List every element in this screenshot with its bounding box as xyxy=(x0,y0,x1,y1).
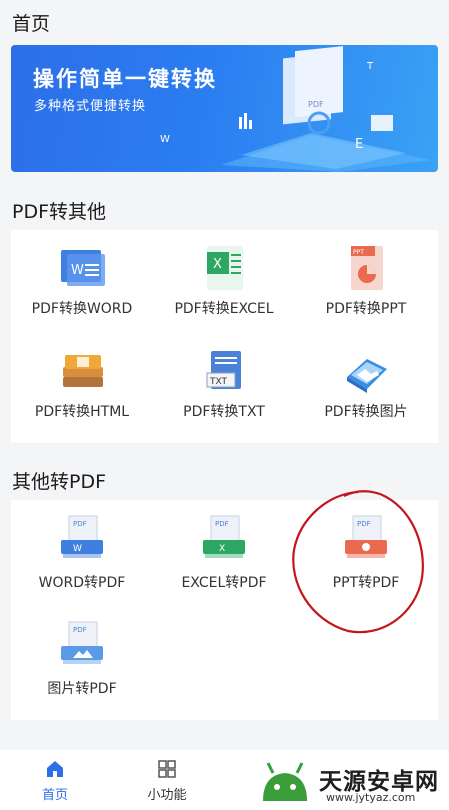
svg-text:PDF: PDF xyxy=(73,626,87,634)
section-title-other-to-pdf: 其他转PDF xyxy=(12,471,107,493)
svg-text:PDF: PDF xyxy=(308,100,324,109)
item-label: PDF转换WORD xyxy=(31,301,133,317)
svg-text:T: T xyxy=(366,61,374,72)
svg-text:W: W xyxy=(73,544,82,554)
item-label: PDF转换图片 xyxy=(324,404,408,420)
ppt-doc-icon: PPT xyxy=(351,246,383,290)
excel-to-pdf-button[interactable]: PDF X EXCEL转PDF xyxy=(153,514,295,592)
promo-banner[interactable]: PDF W E T 操作简单一键转换 多种格式便捷转换 xyxy=(11,45,438,172)
svg-text:PDF: PDF xyxy=(73,520,87,528)
pdf-to-word-button[interactable]: W PDF转换WORD xyxy=(11,244,153,318)
svg-text:X: X xyxy=(213,257,222,272)
item-label: PDF转换PPT xyxy=(325,301,407,317)
txt-doc-icon: TXT xyxy=(206,351,241,389)
item-label: PDF转换EXCEL xyxy=(174,301,274,317)
svg-text:X: X xyxy=(219,544,225,554)
pdf-to-image-button[interactable]: PDF转换图片 xyxy=(295,347,437,421)
excel-doc-icon: X xyxy=(207,246,243,290)
page-title: 首页 xyxy=(12,13,51,35)
excel-to-pdf-icon: PDF X xyxy=(203,515,245,558)
banner-subline: 多种格式便捷转换 xyxy=(34,99,147,114)
word-to-pdf-icon: PDF W xyxy=(61,515,103,558)
svg-text:W: W xyxy=(160,134,170,145)
image-icon xyxy=(347,359,387,393)
pdf-to-ppt-button[interactable]: PPT PDF转换PPT xyxy=(295,244,437,318)
section-title-pdf-to-other: PDF转其他 xyxy=(12,201,107,223)
watermark-url: www.jytyaz.com xyxy=(326,791,416,804)
annotation-circle xyxy=(292,490,424,634)
banner-headline: 操作简单一键转换 xyxy=(33,67,217,91)
word-doc-icon: W xyxy=(61,250,105,286)
svg-text:PDF: PDF xyxy=(215,520,229,528)
nav-tools-tab[interactable]: 小功能 xyxy=(122,758,212,803)
pdf-to-excel-button[interactable]: X PDF转换EXCEL xyxy=(153,244,295,318)
svg-text:PPT: PPT xyxy=(353,249,364,256)
home-icon xyxy=(47,761,63,777)
image-to-pdf-icon: PDF xyxy=(61,621,103,664)
item-label: EXCEL转PDF xyxy=(181,575,267,591)
nav-home-label: 首页 xyxy=(41,788,68,803)
svg-text:TXT: TXT xyxy=(209,377,228,387)
pdf-to-other-card: W PDF转换WORD X PDF转换EXCEL PPT PDF转换PPT PD… xyxy=(11,230,438,443)
android-logo-icon xyxy=(263,762,307,801)
item-label: PDF转换TXT xyxy=(183,404,265,420)
svg-text:W: W xyxy=(71,263,84,278)
item-label: WORD转PDF xyxy=(38,575,126,591)
html-book-icon xyxy=(63,355,103,387)
grid-icon xyxy=(158,760,176,778)
nav-home-tab[interactable]: 首页 xyxy=(10,758,100,803)
nav-tools-label: 小功能 xyxy=(147,788,187,803)
pdf-to-html-button[interactable]: PDF转换HTML xyxy=(11,347,153,421)
pdf-to-txt-button[interactable]: TXT PDF转换TXT xyxy=(153,347,295,421)
item-label: PDF转换HTML xyxy=(34,404,130,420)
word-to-pdf-button[interactable]: PDF W WORD转PDF xyxy=(11,514,153,592)
image-to-pdf-button[interactable]: PDF 图片转PDF xyxy=(11,620,153,698)
svg-text:E: E xyxy=(355,137,363,152)
item-label: 图片转PDF xyxy=(47,681,117,697)
